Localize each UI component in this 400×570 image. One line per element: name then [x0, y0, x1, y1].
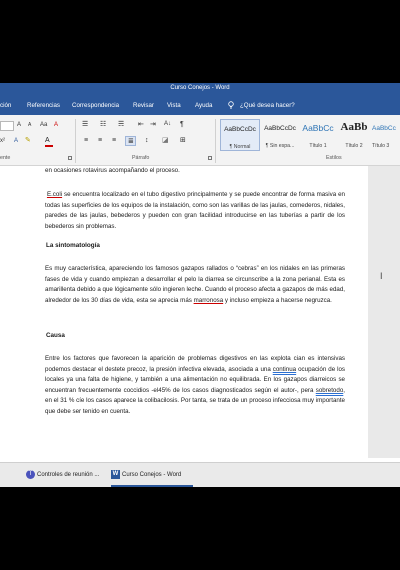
- align-right-icon[interactable]: ≡: [112, 137, 116, 144]
- align-left-icon[interactable]: ≡: [84, 137, 88, 144]
- document-page[interactable]: en ocasiones rotavirus acompañando el pr…: [0, 166, 368, 458]
- shading-icon[interactable]: ◪: [162, 137, 169, 144]
- paragraph-text: se encuentra localizado en el tubo diges…: [45, 191, 345, 230]
- group-label-paragraph: Párrafo: [132, 155, 150, 161]
- justify-icon: ≣: [128, 138, 134, 145]
- style-name: ¶ Sin espa...: [265, 143, 295, 149]
- font-dialog-launcher[interactable]: [68, 156, 72, 160]
- group-separator: [75, 119, 76, 163]
- tab-revisar[interactable]: Revisar: [133, 102, 154, 109]
- paragraph-ecoli: E.coli se encuentra localizado en el tub…: [45, 190, 345, 232]
- paragraph-dialog-launcher[interactable]: [208, 156, 212, 160]
- multilevel-list-icon[interactable]: ☴: [118, 121, 124, 128]
- style-heading-1[interactable]: AaBbCc Título 1: [298, 119, 338, 151]
- ribbon-tabs: ción Referencias Correspondencia Revisar…: [0, 98, 400, 115]
- style-sample: AaBb: [340, 121, 368, 133]
- tab-correspondencia[interactable]: Correspondencia: [72, 102, 119, 109]
- borders-icon[interactable]: ⊞: [180, 137, 186, 144]
- decrease-indent-icon[interactable]: ⇤: [138, 121, 144, 128]
- highlight-icon[interactable]: ✎: [25, 137, 31, 144]
- tab-ayuda[interactable]: Ayuda: [195, 102, 212, 109]
- show-formatting-icon[interactable]: ¶: [180, 121, 184, 128]
- align-center-icon[interactable]: ≡: [98, 137, 102, 144]
- style-name: Título 1: [309, 143, 327, 149]
- lightbulb-icon: [228, 101, 234, 109]
- paragraph-fragment: en ocasiones rotavirus acompañando el pr…: [45, 167, 180, 174]
- style-name: Título 2: [345, 143, 363, 149]
- screen: Curso Conejos - Word ción Referencias Co…: [0, 83, 400, 487]
- group-label-styles: Estilos: [326, 155, 342, 161]
- increase-indent-icon[interactable]: ⇥: [150, 121, 156, 128]
- taskbar-item-label: Curso Conejos - Word: [122, 472, 182, 478]
- taskbar: T Controles de reunión ... W Curso Conej…: [0, 462, 400, 487]
- tab-referencias[interactable]: Referencias: [27, 102, 60, 109]
- font-size-box[interactable]: [0, 121, 14, 131]
- style-sample: AaBbCc: [302, 123, 334, 133]
- marronosa-term: marronosa: [193, 296, 224, 304]
- style-sample: AaBbCcDc: [264, 125, 296, 132]
- style-heading-2[interactable]: AaBb Título 2: [334, 119, 374, 151]
- line-spacing-icon[interactable]: ↕: [145, 137, 149, 144]
- heading-causa: Causa: [46, 332, 65, 339]
- word-icon: W: [111, 470, 120, 479]
- style-name: ¶ Normal: [229, 144, 251, 150]
- tab-disposicion[interactable]: ción: [0, 102, 11, 109]
- teams-icon: T: [26, 470, 35, 479]
- paragraph-sintomatologia: Es muy característica, apareciendo los f…: [45, 264, 345, 306]
- sort-icon[interactable]: A↓: [164, 121, 171, 127]
- taskbar-teams-meeting[interactable]: T Controles de reunión ...: [26, 467, 106, 485]
- document-area: en ocasiones rotavirus acompañando el pr…: [0, 166, 400, 458]
- taskbar-item-label: Controles de reunión ...: [37, 472, 100, 478]
- paragraph-causa: Entre los factores que favorecen la apar…: [45, 354, 345, 417]
- group-label-font: ente: [0, 155, 11, 161]
- tab-vista[interactable]: Vista: [167, 102, 181, 109]
- style-normal[interactable]: AaBbCcDc ¶ Normal: [220, 119, 260, 151]
- superscript-icon[interactable]: x²: [0, 138, 5, 144]
- text-cursor-icon: I: [380, 271, 383, 281]
- style-heading-3[interactable]: AaBbCc Título 3: [372, 119, 400, 151]
- grow-font-icon[interactable]: A: [17, 122, 21, 128]
- change-case-icon[interactable]: Aa: [40, 122, 47, 128]
- paragraph-text: y incluso empieza a hacerse negruzca.: [223, 296, 332, 304]
- font-color-swatch: [45, 145, 53, 147]
- title-bar: Curso Conejos - Word: [0, 83, 400, 98]
- numbering-icon[interactable]: ☷: [100, 121, 106, 128]
- text-effects-icon[interactable]: A: [14, 138, 18, 144]
- taskbar-word-document[interactable]: W Curso Conejos - Word: [111, 467, 193, 487]
- window-title: Curso Conejos - Word: [170, 85, 230, 91]
- style-sample: AaBbCc: [372, 125, 396, 132]
- style-name: Título 3: [372, 143, 390, 149]
- heading-sintomatologia: La sintomatología: [46, 242, 100, 249]
- shrink-font-icon[interactable]: A: [28, 123, 31, 128]
- group-separator: [215, 119, 216, 163]
- justify-button[interactable]: ≣: [125, 136, 136, 146]
- ecoli-term: E.coli: [46, 191, 63, 198]
- font-color-icon[interactable]: A: [45, 137, 50, 144]
- style-sample: AaBbCcDc: [224, 126, 256, 133]
- continua-term: continua: [272, 365, 297, 373]
- ribbon-body: A A Aa A x² A ✎ A ente ☰ ☷ ☴ ⇤ ⇥ A↓ ¶ ≡ …: [0, 115, 400, 166]
- bullets-icon[interactable]: ☰: [82, 121, 88, 128]
- style-no-spacing[interactable]: AaBbCcDc ¶ Sin espa...: [260, 119, 300, 151]
- clear-format-icon[interactable]: A: [54, 122, 58, 128]
- sobretodo-term: sobretodo: [315, 386, 344, 394]
- tell-me-search[interactable]: ¿Qué desea hacer?: [240, 102, 295, 109]
